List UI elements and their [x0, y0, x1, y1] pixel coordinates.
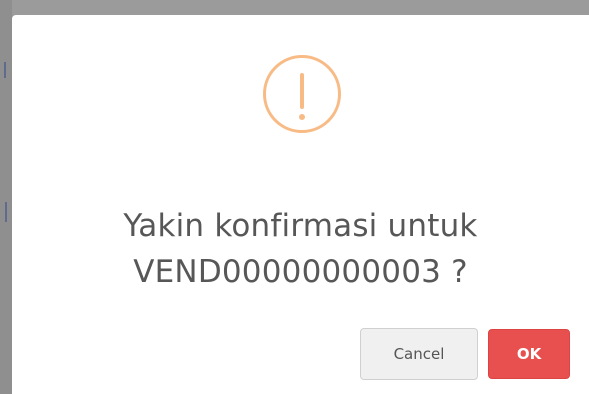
- exclamation-dot: [299, 114, 305, 120]
- exclamation-bar: [300, 73, 304, 109]
- backdrop-fragment: [4, 62, 6, 78]
- warning-exclamation-icon: [263, 55, 341, 133]
- page-backdrop: [0, 0, 12, 394]
- backdrop-fragment: [5, 202, 7, 222]
- dialog-message-line-1: Yakin konfirmasi untuk: [123, 208, 478, 244]
- dialog-message-line-2: VEND00000000003 ?: [133, 254, 468, 290]
- confirm-dialog: Yakin konfirmasi untuk VEND00000000003 ?…: [12, 15, 589, 394]
- ok-button[interactable]: OK: [488, 329, 570, 379]
- cancel-button[interactable]: Cancel: [360, 328, 478, 380]
- dialog-message: Yakin konfirmasi untuk VEND00000000003 ?: [12, 203, 589, 295]
